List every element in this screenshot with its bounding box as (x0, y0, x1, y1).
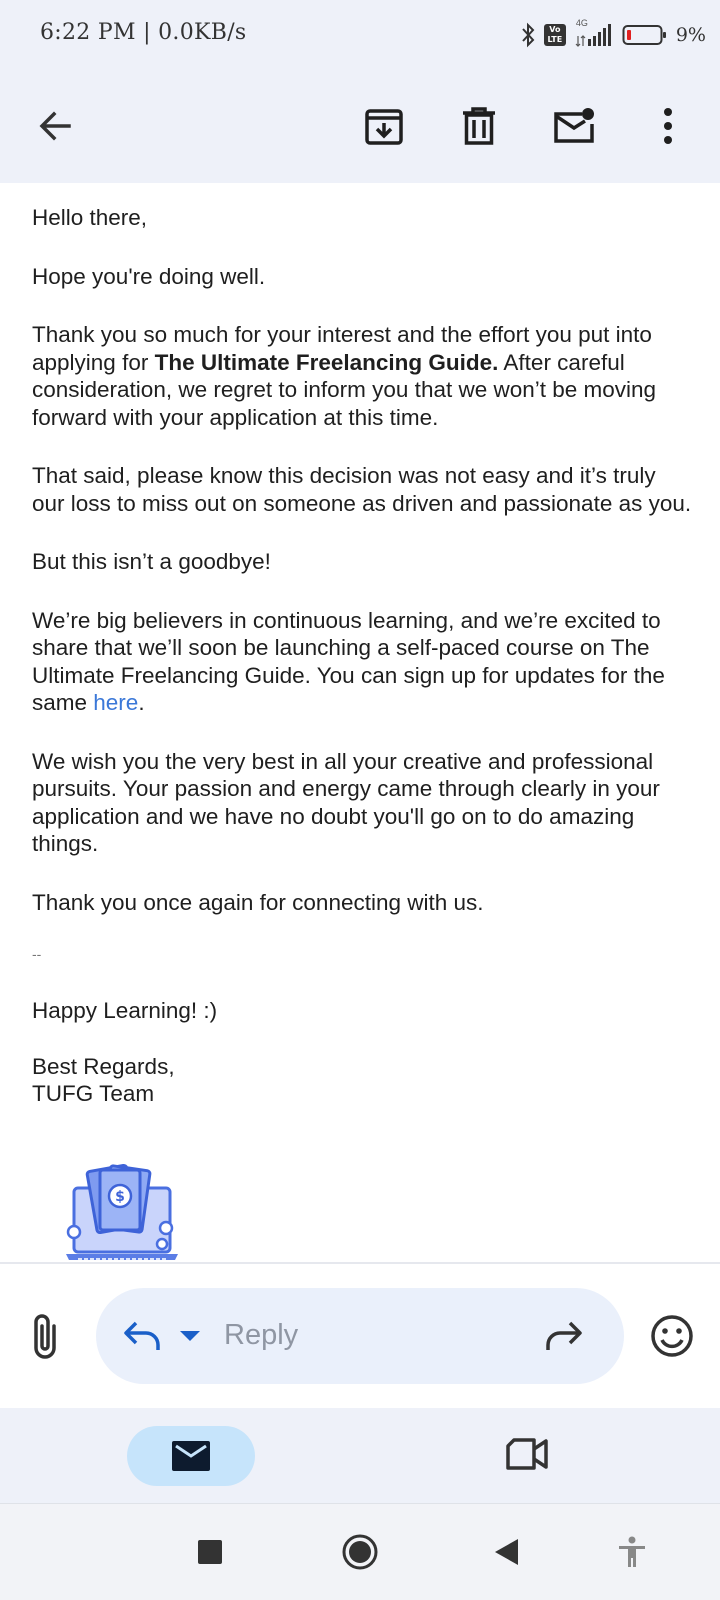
reply-placeholder: Reply (224, 1319, 299, 1351)
signal-icon (575, 24, 611, 47)
bluetooth-icon (522, 22, 535, 48)
paragraph-5-text-b: . (138, 690, 145, 715)
email-paragraph-7: Thank you once again for connecting with… (32, 889, 484, 915)
signature-line-3: TUFG Team (32, 1081, 155, 1106)
archive-icon[interactable] (354, 96, 414, 156)
reply-options-dropdown-icon[interactable] (178, 1328, 202, 1344)
forward-icon[interactable] (544, 1318, 584, 1354)
signature-line-2: Best Regards, (32, 1053, 175, 1079)
reply-input[interactable]: Reply (96, 1288, 624, 1384)
signature-line-1: Happy Learning! :) (32, 998, 218, 1023)
svg-text:$: $ (115, 1189, 125, 1205)
email-greeting: Hello there, (32, 205, 148, 230)
nav-mail-tab[interactable] (127, 1426, 255, 1486)
volte-badge: Vo LTE (543, 24, 566, 46)
status-icons: Vo LTE 4G 9% (520, 18, 706, 52)
email-paragraph-1: Hope you're doing well. (32, 263, 266, 289)
mark-unread-icon[interactable] (544, 96, 604, 156)
home-circle-icon[interactable] (336, 1528, 384, 1576)
system-navigation-bar (0, 1504, 720, 1600)
email-paragraph-3: That said, please know this decision was… (32, 463, 692, 516)
email-paragraph-4: But this isn’t a goodbye! (32, 549, 271, 574)
more-vert-icon[interactable] (638, 96, 698, 156)
nav-meet-tab[interactable] (504, 1434, 552, 1478)
top-app-bar (0, 70, 720, 183)
reply-icon[interactable] (122, 1318, 162, 1354)
status-bar: 6:22 PM | 0.0KB/s Vo LTE 4G 9% (0, 0, 720, 70)
email-paragraph-6: We wish you the very best in all your cr… (32, 748, 660, 857)
laptop-money-logo: $ (62, 1160, 182, 1260)
battery-icon (622, 25, 666, 45)
email-body: Hello there, Hope you're doing well. Tha… (32, 183, 692, 1108)
signal-indicator: 4G (574, 18, 614, 48)
battery-percentage: 9% (675, 24, 706, 46)
signup-link[interactable]: here (93, 690, 138, 715)
back-arrow-icon[interactable] (25, 96, 85, 156)
signature-separator: -- (32, 946, 42, 962)
email-paragraph-5: We’re big believers in continuous learni… (32, 607, 692, 717)
video-meet-icon (506, 1438, 548, 1470)
recents-square-icon[interactable] (186, 1528, 234, 1576)
trash-icon[interactable] (449, 96, 509, 156)
email-paragraph-2: Thank you so much for your interest and … (32, 321, 692, 431)
mail-icon (172, 1441, 210, 1471)
reply-bar: Reply (0, 1264, 720, 1408)
course-title-bold: The Ultimate Freelancing Guide. (154, 349, 499, 375)
status-time: 6:22 PM | 0.0KB/s (40, 20, 247, 45)
attachment-icon[interactable] (26, 1312, 66, 1362)
back-triangle-icon[interactable] (482, 1528, 530, 1576)
emoji-icon[interactable] (650, 1314, 694, 1358)
bottom-navigation (0, 1408, 720, 1504)
accessibility-icon[interactable] (608, 1528, 656, 1576)
